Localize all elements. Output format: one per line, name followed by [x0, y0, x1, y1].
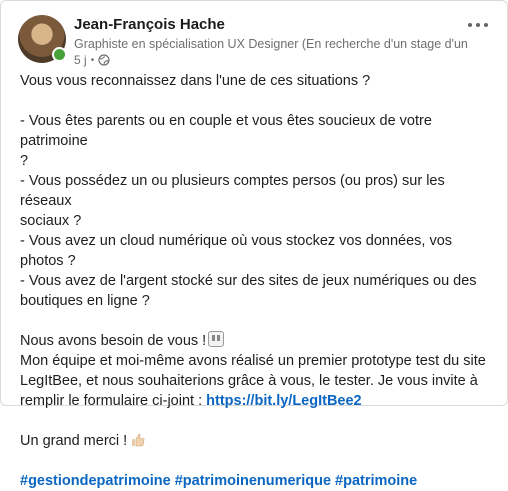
post-team-paragraph: Mon équipe et moi-même avons réalisé un … [20, 351, 494, 411]
post-header: Jean-François Hache Graphiste en spécial… [1, 1, 507, 73]
more-options-button[interactable] [463, 15, 493, 35]
thumbs-up-emoji-icon [132, 433, 145, 447]
post-timestamp: 5 j [74, 53, 87, 67]
post-need-line: Nous avons besoin de vous ! [20, 331, 494, 351]
post-thanks-text: Un grand merci ! [20, 433, 128, 449]
meta-separator: • [90, 54, 95, 66]
author-headline: Graphiste en spécialisation UX Designer … [74, 37, 469, 51]
post-question-2: - Vous possédez un ou plusieurs comptes … [20, 173, 445, 229]
post-meta: 5 j • [74, 53, 110, 67]
dot-icon [468, 23, 472, 27]
hashtag-patrimoinenumerique[interactable]: #patrimoinenumerique [175, 473, 331, 489]
author-name[interactable]: Jean-François Hache [74, 16, 225, 33]
dot-icon [484, 23, 488, 27]
globe-icon [98, 54, 110, 66]
dot-icon [476, 23, 480, 27]
handshake-emoji-icon [208, 331, 225, 347]
post-need-text: Nous avons besoin de vous ! [20, 333, 207, 349]
post-thanks-line: Un grand merci ! [20, 431, 494, 451]
author-avatar[interactable] [18, 15, 67, 63]
form-link[interactable]: https://bit.ly/LegItBee2 [206, 393, 362, 409]
post-body: Vous vous reconnaissez dans l'une de ces… [20, 71, 494, 491]
hashtag-gestiondepatrimoine[interactable]: #gestiondepatrimoine [20, 473, 171, 489]
post-question-1: - Vous êtes parents ou en couple et vous… [20, 113, 432, 169]
post-question-4: - Vous avez de l'argent stocké sur des s… [20, 273, 477, 309]
presence-indicator [52, 47, 67, 62]
hashtag-list: #gestiondepatrimoine #patrimoinenumeriqu… [20, 471, 494, 491]
post-card: Jean-François Hache Graphiste en spécial… [0, 0, 508, 489]
post-intro: Vous vous reconnaissez dans l'une de ces… [20, 73, 371, 89]
post-question-3: - Vous avez un cloud numérique où vous s… [20, 233, 457, 269]
hashtag-patrimoine[interactable]: #patrimoine [335, 473, 417, 489]
